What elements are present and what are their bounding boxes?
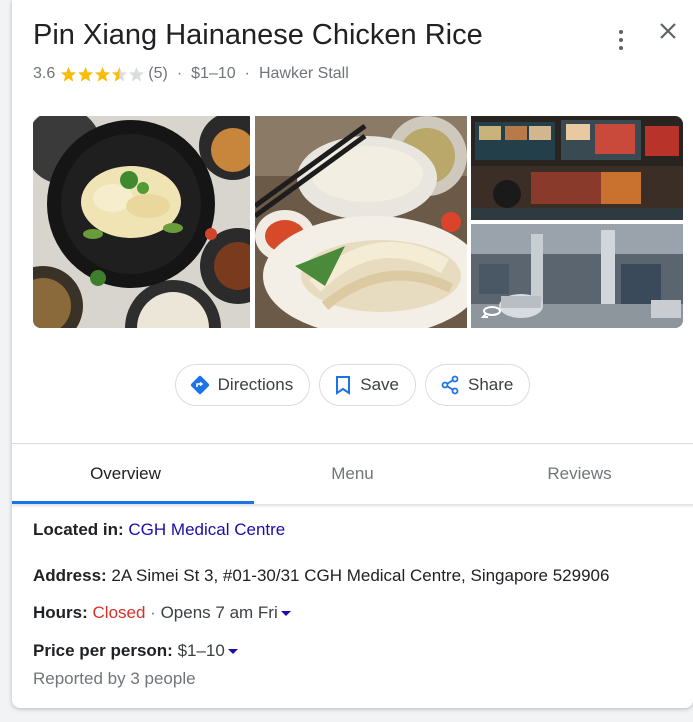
action-buttons: Directions Save Share	[12, 364, 693, 406]
star-icon	[61, 66, 77, 81]
price-report-note: Reported by 3 people	[33, 669, 196, 688]
star-icon	[95, 66, 111, 81]
price-row: Price per person: $1–10	[33, 641, 238, 661]
photo-street-view[interactable]	[471, 224, 683, 328]
share-label: Share	[467, 375, 514, 394]
separator: ·	[244, 65, 250, 82]
place-title: Pin Xiang Hainanese Chicken Rice	[33, 19, 483, 51]
share-icon	[441, 375, 459, 395]
hours-next-open[interactable]: Opens 7 am Fri	[161, 603, 278, 622]
save-label: Save	[360, 375, 399, 394]
tab-menu[interactable]: Menu	[239, 444, 466, 504]
hours-dropdown-icon[interactable]	[280, 611, 291, 617]
save-button[interactable]: Save	[319, 364, 416, 406]
tab-bar-shadow	[12, 504, 693, 508]
bookmark-icon	[336, 376, 351, 395]
place-card: Pin Xiang Hainanese Chicken Rice 3.6 (5)…	[12, 0, 693, 708]
hours-row: Hours: Closed · Opens 7 am Fri	[33, 603, 291, 623]
price-value[interactable]: $1–10	[178, 641, 225, 660]
hours-label: Hours:	[33, 603, 88, 622]
located-in-link[interactable]: CGH Medical Centre	[128, 520, 285, 539]
address-label: Address:	[33, 566, 107, 585]
more-vert-dot	[619, 38, 623, 42]
tab-reviews[interactable]: Reviews	[466, 444, 693, 504]
hours-separator: ·	[150, 603, 156, 622]
photo-gallery	[33, 116, 683, 328]
directions-button[interactable]: Directions	[174, 364, 311, 406]
star-icon	[112, 66, 128, 81]
located-in-label: Located in:	[33, 520, 124, 539]
more-options-button[interactable]	[610, 22, 634, 58]
photo-chicken-rice-plate[interactable]	[255, 116, 467, 328]
hours-status: Closed	[92, 603, 146, 622]
price-range: $1–10	[191, 65, 236, 82]
close-button[interactable]	[655, 18, 681, 44]
directions-label: Directions	[217, 375, 294, 394]
photo-stall-front[interactable]	[471, 116, 683, 220]
place-category: Hawker Stall	[258, 65, 349, 82]
tab-overview[interactable]: Overview	[12, 444, 254, 504]
price-label: Price per person:	[33, 641, 173, 660]
photo-chicken-rice-spread[interactable]	[33, 116, 250, 328]
share-button[interactable]: Share	[424, 364, 531, 406]
tab-bar: Overview Menu Reviews	[12, 444, 693, 504]
star-icon	[129, 66, 145, 81]
price-dropdown-icon[interactable]	[227, 649, 238, 655]
street-view-360-icon	[481, 306, 501, 318]
close-icon	[660, 23, 676, 39]
directions-icon	[190, 375, 209, 395]
more-vert-dot	[619, 46, 623, 50]
located-in-row: Located in: CGH Medical Centre	[33, 520, 285, 540]
place-subtitle: 3.6 (5) · $1–10 · Hawker Stall	[33, 65, 349, 83]
review-count-link[interactable]: (5)	[148, 65, 168, 83]
rating-stars[interactable]	[60, 66, 145, 83]
rating-value: 3.6	[33, 65, 56, 82]
address-row: Address: 2A Simei St 3, #01-30/31 CGH Me…	[33, 566, 609, 586]
star-icon	[78, 66, 94, 81]
separator: ·	[176, 65, 183, 82]
more-vert-icon	[619, 30, 623, 34]
address-value: 2A Simei St 3, #01-30/31 CGH Medical Cen…	[111, 566, 610, 585]
